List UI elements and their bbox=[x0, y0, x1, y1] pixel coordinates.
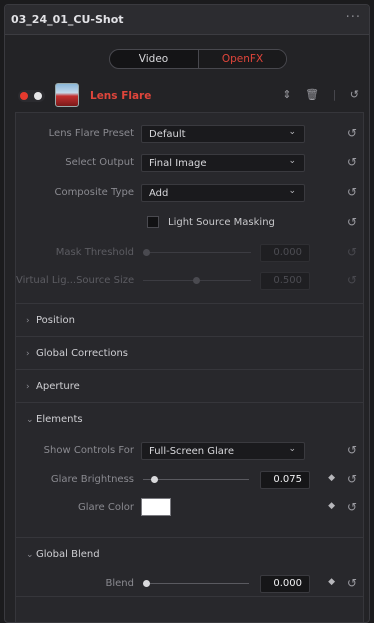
glare-brightness-value[interactable]: 0.075 bbox=[260, 471, 310, 489]
reset-icon[interactable]: ↺ bbox=[347, 215, 357, 229]
reset-icon[interactable]: ↺ bbox=[347, 126, 357, 140]
mask-threshold-value[interactable]: 0.000 bbox=[260, 244, 310, 262]
show-controls-value: Full-Screen Glare bbox=[149, 446, 234, 457]
preset-select[interactable]: Default ⌄ bbox=[141, 125, 305, 143]
chevron-right-icon: › bbox=[26, 316, 30, 326]
param-row-composite: Composite Type Add ⌄ ↺ bbox=[16, 181, 363, 205]
composite-label: Composite Type bbox=[54, 187, 134, 198]
panel-footer bbox=[16, 596, 363, 622]
main-params: Lens Flare Preset Default ⌄ ↺ Select Out… bbox=[16, 113, 363, 304]
tab-bar: Video OpenFX bbox=[109, 49, 287, 69]
param-row-show-controls: Show Controls For Full-Screen Glare ⌄ ↺ bbox=[16, 439, 363, 463]
effect-thumbnail bbox=[55, 83, 79, 107]
slider-knob[interactable] bbox=[143, 249, 150, 256]
param-row-mask-threshold: Mask Threshold 0.000 ↺ bbox=[16, 241, 363, 265]
slider-knob[interactable] bbox=[143, 580, 150, 587]
output-select[interactable]: Final Image ⌄ bbox=[141, 154, 305, 172]
section-elements-label: Elements bbox=[36, 414, 83, 425]
param-row-output: Select Output Final Image ⌄ ↺ bbox=[16, 151, 363, 175]
effect-tools: ⇕ 🗑 | ↺ bbox=[272, 88, 359, 101]
reset-icon[interactable]: ↺ bbox=[347, 443, 357, 457]
chevron-right-icon: › bbox=[26, 349, 30, 359]
glare-color-swatch[interactable] bbox=[141, 498, 171, 516]
param-row-preset: Lens Flare Preset Default ⌄ ↺ bbox=[16, 122, 363, 146]
section-aperture[interactable]: › Aperture bbox=[16, 370, 363, 403]
section-elements[interactable]: ⌄ Elements bbox=[16, 403, 363, 436]
param-row-glare-color: Glare Color ◆ ↺ bbox=[16, 496, 363, 520]
reset-icon[interactable]: ↺ bbox=[347, 155, 357, 169]
chevron-down-icon: ⌄ bbox=[288, 127, 296, 137]
updown-icon[interactable]: ⇕ bbox=[282, 88, 291, 101]
section-position[interactable]: › Position bbox=[16, 304, 363, 337]
glare-brightness-slider[interactable] bbox=[143, 476, 249, 483]
section-global-blend[interactable]: ⌄ Global Blend bbox=[16, 537, 363, 570]
effect-header: Lens Flare ⇕ 🗑 | ↺ bbox=[5, 77, 369, 113]
preset-label: Lens Flare Preset bbox=[48, 128, 134, 139]
inspector-panel: 03_24_01_CU-Shot ··· Video OpenFX Lens F… bbox=[4, 4, 370, 623]
title-bar: 03_24_01_CU-Shot ··· bbox=[5, 5, 369, 35]
slider-knob[interactable] bbox=[193, 277, 200, 284]
show-controls-select[interactable]: Full-Screen Glare ⌄ bbox=[141, 442, 305, 460]
reset-icon[interactable]: ↺ bbox=[347, 576, 357, 590]
output-label: Select Output bbox=[65, 157, 134, 168]
composite-value: Add bbox=[149, 188, 169, 199]
keyframe-icon[interactable]: ◆ bbox=[328, 577, 335, 587]
chevron-down-icon: ⌄ bbox=[288, 156, 296, 166]
section-aperture-label: Aperture bbox=[36, 381, 80, 392]
section-global-blend-label: Global Blend bbox=[36, 549, 100, 560]
blend-slider[interactable] bbox=[143, 580, 249, 587]
divider: | bbox=[332, 88, 337, 101]
blend-value[interactable]: 0.000 bbox=[260, 575, 310, 593]
reset-icon[interactable]: ↺ bbox=[347, 472, 357, 486]
effect-name: Lens Flare bbox=[90, 90, 152, 102]
section-position-label: Position bbox=[36, 315, 75, 326]
param-row-glare-brightness: Glare Brightness 0.075 ◆ ↺ bbox=[16, 468, 363, 492]
param-row-masking: Light Source Masking ↺ bbox=[16, 211, 363, 235]
masking-label: Light Source Masking bbox=[168, 217, 275, 228]
chevron-down-icon: ⌄ bbox=[26, 550, 34, 560]
reset-icon[interactable]: ↺ bbox=[350, 88, 359, 101]
keyframe-icon[interactable]: ◆ bbox=[328, 473, 335, 483]
show-controls-label: Show Controls For bbox=[43, 445, 134, 456]
glare-brightness-label: Glare Brightness bbox=[50, 474, 134, 485]
section-global-corrections-label: Global Corrections bbox=[36, 348, 129, 359]
chevron-down-icon: ⌄ bbox=[288, 186, 296, 196]
virtual-light-slider[interactable] bbox=[143, 277, 251, 284]
mask-threshold-label: Mask Threshold bbox=[55, 247, 134, 258]
trash-icon[interactable]: 🗑 bbox=[305, 88, 319, 101]
reset-icon[interactable]: ↺ bbox=[347, 273, 357, 287]
output-value: Final Image bbox=[149, 158, 207, 169]
masking-checkbox[interactable] bbox=[147, 216, 159, 228]
more-dots-icon[interactable]: ··· bbox=[346, 10, 361, 25]
blend-label: Blend bbox=[105, 578, 134, 589]
section-global-corrections[interactable]: › Global Corrections bbox=[16, 337, 363, 370]
preset-value: Default bbox=[149, 129, 186, 140]
effect-parameters: Lens Flare Preset Default ⌄ ↺ Select Out… bbox=[15, 112, 364, 622]
chevron-down-icon: ⌄ bbox=[288, 444, 296, 454]
tab-openfx[interactable]: OpenFX bbox=[198, 50, 286, 68]
clip-title: 03_24_01_CU-Shot bbox=[11, 13, 124, 26]
virtual-light-value[interactable]: 0.500 bbox=[260, 272, 310, 290]
mask-threshold-slider[interactable] bbox=[143, 249, 251, 256]
glare-color-label: Glare Color bbox=[78, 502, 134, 513]
chevron-down-icon: ⌄ bbox=[26, 415, 34, 425]
chevron-right-icon: › bbox=[26, 382, 30, 392]
reset-icon[interactable]: ↺ bbox=[347, 245, 357, 259]
tab-video[interactable]: Video bbox=[110, 50, 197, 68]
reset-icon[interactable]: ↺ bbox=[347, 500, 357, 514]
reset-icon[interactable]: ↺ bbox=[347, 185, 357, 199]
virtual-light-label: Virtual Lig...Source Size bbox=[16, 275, 135, 286]
keyframe-icon[interactable]: ◆ bbox=[328, 501, 335, 511]
effect-enable-toggle[interactable] bbox=[18, 90, 45, 102]
param-row-blend: Blend 0.000 ◆ ↺ bbox=[16, 572, 363, 596]
composite-select[interactable]: Add ⌄ bbox=[141, 184, 305, 202]
param-row-virtual-light: Virtual Lig...Source Size 0.500 ↺ bbox=[16, 269, 363, 293]
slider-knob[interactable] bbox=[151, 476, 158, 483]
